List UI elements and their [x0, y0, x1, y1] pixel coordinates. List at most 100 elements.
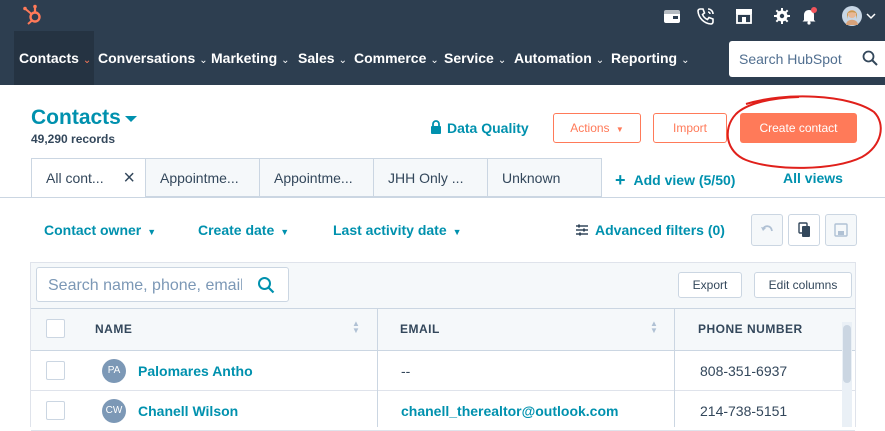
settings-gear-icon[interactable]: [772, 6, 792, 26]
tab-all-contacts[interactable]: All cont... ×: [31, 158, 146, 198]
contact-email-link[interactable]: chanell_therealtor@outlook.com: [401, 403, 618, 419]
notifications-bell-icon[interactable]: [799, 6, 819, 26]
column-header-email[interactable]: EMAIL: [400, 322, 440, 336]
row-checkbox[interactable]: [46, 401, 65, 420]
table-scrollbar-thumb[interactable]: [843, 325, 851, 383]
chevron-down-icon: ⌄: [497, 55, 507, 66]
record-count: 49,290 records: [31, 132, 116, 146]
column-header-phone[interactable]: PHONE NUMBER: [698, 322, 803, 336]
caret-down-icon: ▼: [615, 125, 624, 134]
nav-item-sales[interactable]: Sales ⌄: [298, 31, 347, 85]
chevron-down-icon: ⌄: [430, 55, 439, 66]
chevron-down-icon: ⌄: [338, 55, 347, 66]
duplicate-view-button[interactable]: [788, 214, 820, 246]
advanced-filters-label: Advanced filters (0): [595, 222, 725, 238]
nav-item-commerce[interactable]: Commerce ⌄: [354, 31, 439, 85]
contact-name-link[interactable]: Palomares Antho: [138, 363, 253, 379]
column-header-name[interactable]: NAME: [95, 322, 132, 336]
contact-name-link[interactable]: Chanell Wilson: [138, 403, 238, 419]
avatar: CW: [102, 399, 126, 423]
tab-label: Unknown: [502, 170, 561, 186]
nav-item-label: Conversations: [98, 50, 196, 66]
table-search-input[interactable]: Search name, phone, email: [36, 267, 289, 302]
column-divider[interactable]: [377, 308, 378, 427]
undo-icon: [761, 225, 773, 232]
actions-button-label: Actions: [570, 121, 610, 135]
filter-label: Last activity date: [333, 222, 447, 238]
sliders-icon: [576, 224, 588, 236]
import-button-label: Import: [672, 121, 707, 135]
chevron-down-icon: ⌄: [82, 55, 92, 66]
close-icon[interactable]: ×: [123, 159, 135, 198]
hubspot-sprocket-logo[interactable]: [22, 4, 44, 26]
red-circle-annotation: [726, 95, 882, 169]
chevron-down-icon: ⌄: [595, 55, 605, 66]
avatar: PA: [102, 359, 126, 383]
tab-unknown[interactable]: Unknown: [487, 158, 602, 197]
filter-label: Contact owner: [44, 222, 142, 238]
nav-item-automation[interactable]: Automation ⌄: [514, 31, 604, 85]
tab-label: Appointme...: [274, 170, 353, 186]
tab-label: Appointme...: [160, 170, 239, 186]
marketplace-store-icon[interactable]: [734, 6, 754, 26]
add-view-label: Add view (5/50): [633, 172, 736, 188]
contact-phone: 214-738-5151: [700, 403, 788, 419]
chevron-down-icon: [866, 13, 876, 20]
caret-down-icon: ▼: [280, 227, 290, 237]
filter-last-activity-date[interactable]: Last activity date ▼: [333, 222, 462, 238]
import-button[interactable]: Import: [653, 113, 727, 143]
nav-item-contacts[interactable]: Contacts ⌄: [19, 31, 91, 85]
search-icon[interactable]: [257, 276, 275, 294]
reset-view-button[interactable]: [751, 214, 783, 246]
row-checkbox[interactable]: [46, 361, 65, 380]
column-divider[interactable]: [674, 308, 675, 427]
filter-label: Create date: [198, 222, 275, 238]
contact-email: --: [401, 363, 411, 379]
nav-item-marketing[interactable]: Marketing ⌄: [211, 31, 290, 85]
marketplace-icon[interactable]: [662, 6, 682, 26]
all-views-link[interactable]: All views: [783, 170, 843, 186]
filter-create-date[interactable]: Create date ▼: [198, 222, 289, 238]
global-search-placeholder: Search HubSpot: [739, 51, 842, 67]
nav-item-reporting[interactable]: Reporting ⌄: [611, 31, 690, 85]
data-quality-link[interactable]: Data Quality: [430, 120, 529, 136]
lock-icon: [431, 120, 441, 134]
nav-item-label: Contacts: [19, 50, 79, 66]
actions-button[interactable]: Actions ▼: [553, 113, 641, 143]
nav-item-label: Reporting: [611, 50, 678, 66]
add-view-button[interactable]: + Add view (5/50): [615, 170, 735, 191]
nav-item-label: Sales: [298, 50, 335, 66]
save-icon: [834, 223, 848, 237]
copy-icon: [798, 222, 810, 237]
tab-jhh-only[interactable]: JHH Only ...: [373, 158, 488, 197]
chevron-down-icon: ⌄: [199, 55, 208, 66]
nav-item-service[interactable]: Service ⌄: [444, 31, 506, 85]
nav-item-label: Marketing: [211, 50, 278, 66]
chevron-down-icon: ⌄: [681, 55, 690, 66]
export-button[interactable]: Export: [678, 272, 742, 298]
save-view-button[interactable]: [825, 214, 857, 246]
data-quality-label: Data Quality: [447, 120, 529, 136]
contact-phone: 808-351-6937: [700, 363, 788, 379]
sort-icon[interactable]: ▲ ▼: [650, 320, 658, 335]
calling-icon[interactable]: [696, 6, 716, 26]
page-title[interactable]: Contacts: [31, 106, 121, 130]
tab-appointments-2[interactable]: Appointme...: [259, 158, 374, 197]
caret-down-icon[interactable]: [124, 115, 138, 123]
nav-item-conversations[interactable]: Conversations ⌄: [98, 31, 208, 85]
caret-down-icon: ▼: [452, 227, 462, 237]
select-all-checkbox[interactable]: [46, 319, 65, 338]
chevron-down-icon: ⌄: [281, 55, 290, 66]
tab-label: JHH Only ...: [388, 170, 464, 186]
sort-icon[interactable]: ▲ ▼: [352, 320, 360, 335]
tab-appointments-1[interactable]: Appointme...: [145, 158, 260, 197]
user-avatar[interactable]: [841, 5, 863, 27]
advanced-filters-button[interactable]: Advanced filters (0): [575, 222, 725, 238]
caret-down-icon: ▼: [147, 227, 157, 237]
filter-contact-owner[interactable]: Contact owner ▼: [44, 222, 156, 238]
global-search-input[interactable]: Search HubSpot: [729, 41, 885, 77]
edit-columns-button[interactable]: Edit columns: [754, 272, 852, 298]
top-bar: [0, 0, 885, 31]
tab-label: All cont...: [46, 170, 104, 186]
table-search-placeholder: Search name, phone, email: [48, 277, 242, 294]
